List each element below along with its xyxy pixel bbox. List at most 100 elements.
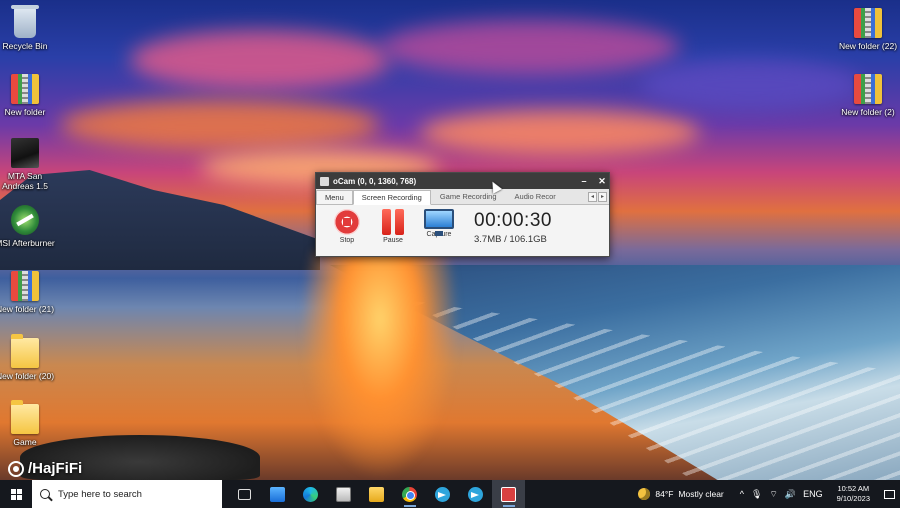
- taskbar-clock[interactable]: 10:52 AM 9/10/2023: [829, 484, 878, 504]
- minimize-button[interactable]: –: [577, 176, 591, 186]
- task-view-icon: [238, 488, 251, 500]
- pause-button[interactable]: Pause: [376, 209, 410, 244]
- chevron-left-icon[interactable]: ◂: [588, 192, 597, 202]
- close-button[interactable]: ✕: [595, 176, 609, 187]
- store-icon: [336, 486, 351, 502]
- language-indicator[interactable]: ENG: [803, 489, 823, 499]
- ocam-window-title: oCam (0, 0, 1360, 768): [333, 176, 417, 186]
- wallpaper-cloud: [60, 100, 380, 150]
- stop-button[interactable]: Stop: [330, 209, 364, 244]
- desktop-icon-game[interactable]: Game: [0, 400, 55, 447]
- desktop-icon-new-folder-2[interactable]: New folder (2): [838, 74, 898, 117]
- wallpaper-cloud: [640, 60, 860, 110]
- chrome-icon: [402, 486, 417, 502]
- taskbar-store[interactable]: [327, 480, 360, 508]
- desktop-icon-label: New folder: [4, 107, 46, 117]
- start-button[interactable]: [0, 480, 32, 508]
- wallpaper-cloud: [130, 30, 390, 90]
- ocam-toolbar: Stop Pause Capture 00:00:30 3.7MB / 106.…: [316, 205, 609, 245]
- tab-menu[interactable]: Menu: [316, 190, 353, 204]
- weather-condition: Mostly clear: [678, 489, 724, 499]
- speaker-icon[interactable]: 🔊: [785, 489, 796, 500]
- weather-temperature: 84°F: [655, 489, 674, 499]
- mail-icon: [270, 486, 285, 502]
- wallpaper-cloud: [420, 110, 700, 155]
- desktop-icon-mta-san-andreas[interactable]: MTA San Andreas 1.5: [0, 138, 55, 191]
- taskbar-task-view[interactable]: [228, 480, 261, 508]
- pause-icon: [378, 209, 408, 235]
- desktop-icon-label: New folder (20): [0, 371, 55, 381]
- ocam-tab-bar: Menu Screen Recording Game Recording Aud…: [316, 189, 609, 205]
- ocam-app-icon: [320, 176, 329, 186]
- taskbar-app-list: [228, 480, 525, 508]
- show-hidden-icons-chevron-icon[interactable]: ^: [740, 489, 744, 499]
- zip-folder-icon: [11, 271, 39, 301]
- moon-weather-icon: [638, 488, 651, 500]
- wallpaper-sun-reflection: [300, 250, 460, 480]
- clock-time: 10:52 AM: [837, 484, 870, 493]
- watermark-text: /HajFiFi: [28, 460, 83, 477]
- desktop-icon-label: New folder (22): [838, 41, 898, 51]
- recording-timer: 00:00:30: [474, 210, 552, 231]
- tab-scroll-buttons: ◂ ▸: [588, 192, 607, 202]
- recording-readout: 00:00:30 3.7MB / 106.1GB: [474, 209, 552, 245]
- desktop-icon-new-folder-21[interactable]: New folder (21): [0, 271, 55, 314]
- telegram-icon: [468, 486, 483, 502]
- stop-record-icon: [334, 209, 360, 235]
- notification-icon: [883, 489, 895, 499]
- taskbar-file-explorer[interactable]: [360, 480, 393, 508]
- desktop-icon-new-folder-22[interactable]: New folder (22): [838, 8, 898, 51]
- recycle-bin-icon: [11, 5, 39, 38]
- ocam-window[interactable]: oCam (0, 0, 1360, 768) – ✕ Menu Screen R…: [315, 172, 610, 257]
- wifi-icon[interactable]: ⌔: [769, 489, 777, 500]
- desktop-icon-new-folder-20[interactable]: New folder (20): [0, 334, 55, 381]
- search-icon: [40, 489, 50, 499]
- stop-label: Stop: [339, 237, 355, 244]
- mta-icon: [11, 138, 39, 168]
- desktop-icon-label: New folder (21): [0, 304, 55, 314]
- folder-icon: [11, 400, 39, 434]
- taskbar-edge[interactable]: [294, 480, 327, 508]
- desktop-icon-label: MSI Afterburner: [0, 238, 55, 248]
- zip-folder-icon: [11, 74, 39, 104]
- desktop-icon-recycle-bin[interactable]: Recycle Bin: [0, 5, 55, 51]
- system-tray-area: 84°F Mostly clear ^ 🎙 ⌔ 🔊 ENG 10:52 AM 9…: [628, 480, 900, 508]
- weather-widget[interactable]: 84°F Mostly clear: [628, 488, 733, 500]
- folder-icon: [369, 486, 384, 502]
- taskbar-ocam[interactable]: [492, 480, 525, 508]
- taskbar-mail[interactable]: [261, 480, 294, 508]
- tab-screen-recording[interactable]: Screen Recording: [352, 190, 431, 205]
- monitor-capture-icon: [424, 209, 454, 236]
- desktop-icon-label: Game: [13, 437, 37, 447]
- desktop-icon-msi-afterburner[interactable]: MSI Afterburner: [0, 205, 55, 248]
- taskbar-telegram[interactable]: [426, 480, 459, 508]
- desktop-icon-new-folder[interactable]: New folder: [0, 74, 55, 117]
- ocam-app-icon: [501, 486, 516, 502]
- taskbar-chrome[interactable]: [393, 480, 426, 508]
- search-placeholder: Type here to search: [58, 488, 142, 500]
- taskbar-telegram-desktop[interactable]: [459, 480, 492, 508]
- recording-file-size: 3.7MB / 106.1GB: [474, 234, 547, 245]
- tab-audio-recording[interactable]: Audio Recor: [506, 189, 565, 204]
- telegram-icon: [435, 486, 450, 502]
- microphone-icon[interactable]: 🎙: [751, 489, 762, 500]
- desktop-icon-label: New folder (2): [841, 107, 895, 117]
- ocam-title-bar[interactable]: oCam (0, 0, 1360, 768) – ✕: [316, 173, 609, 189]
- folder-icon: [11, 334, 39, 368]
- channel-watermark: /HajFiFi: [8, 460, 82, 477]
- desktop-icon-label: Recycle Bin: [2, 41, 48, 51]
- chevron-right-icon[interactable]: ▸: [598, 192, 607, 202]
- pause-label: Pause: [383, 237, 403, 244]
- film-reel-icon: [8, 460, 24, 477]
- clock-date: 9/10/2023: [836, 494, 870, 503]
- capture-button[interactable]: Capture: [422, 209, 456, 238]
- taskbar: Type here to search 84°F Mostly clear ^ …: [0, 480, 900, 508]
- notification-center-button[interactable]: [878, 480, 900, 508]
- windows-logo-icon: [10, 488, 22, 500]
- zip-folder-icon: [854, 8, 882, 38]
- msi-afterburner-icon: [11, 205, 39, 235]
- taskbar-search-box[interactable]: Type here to search: [32, 480, 222, 508]
- zip-folder-icon: [854, 74, 882, 104]
- tray-icons: ^ 🎙 ⌔ 🔊 ENG: [734, 489, 829, 500]
- edge-icon: [303, 486, 318, 502]
